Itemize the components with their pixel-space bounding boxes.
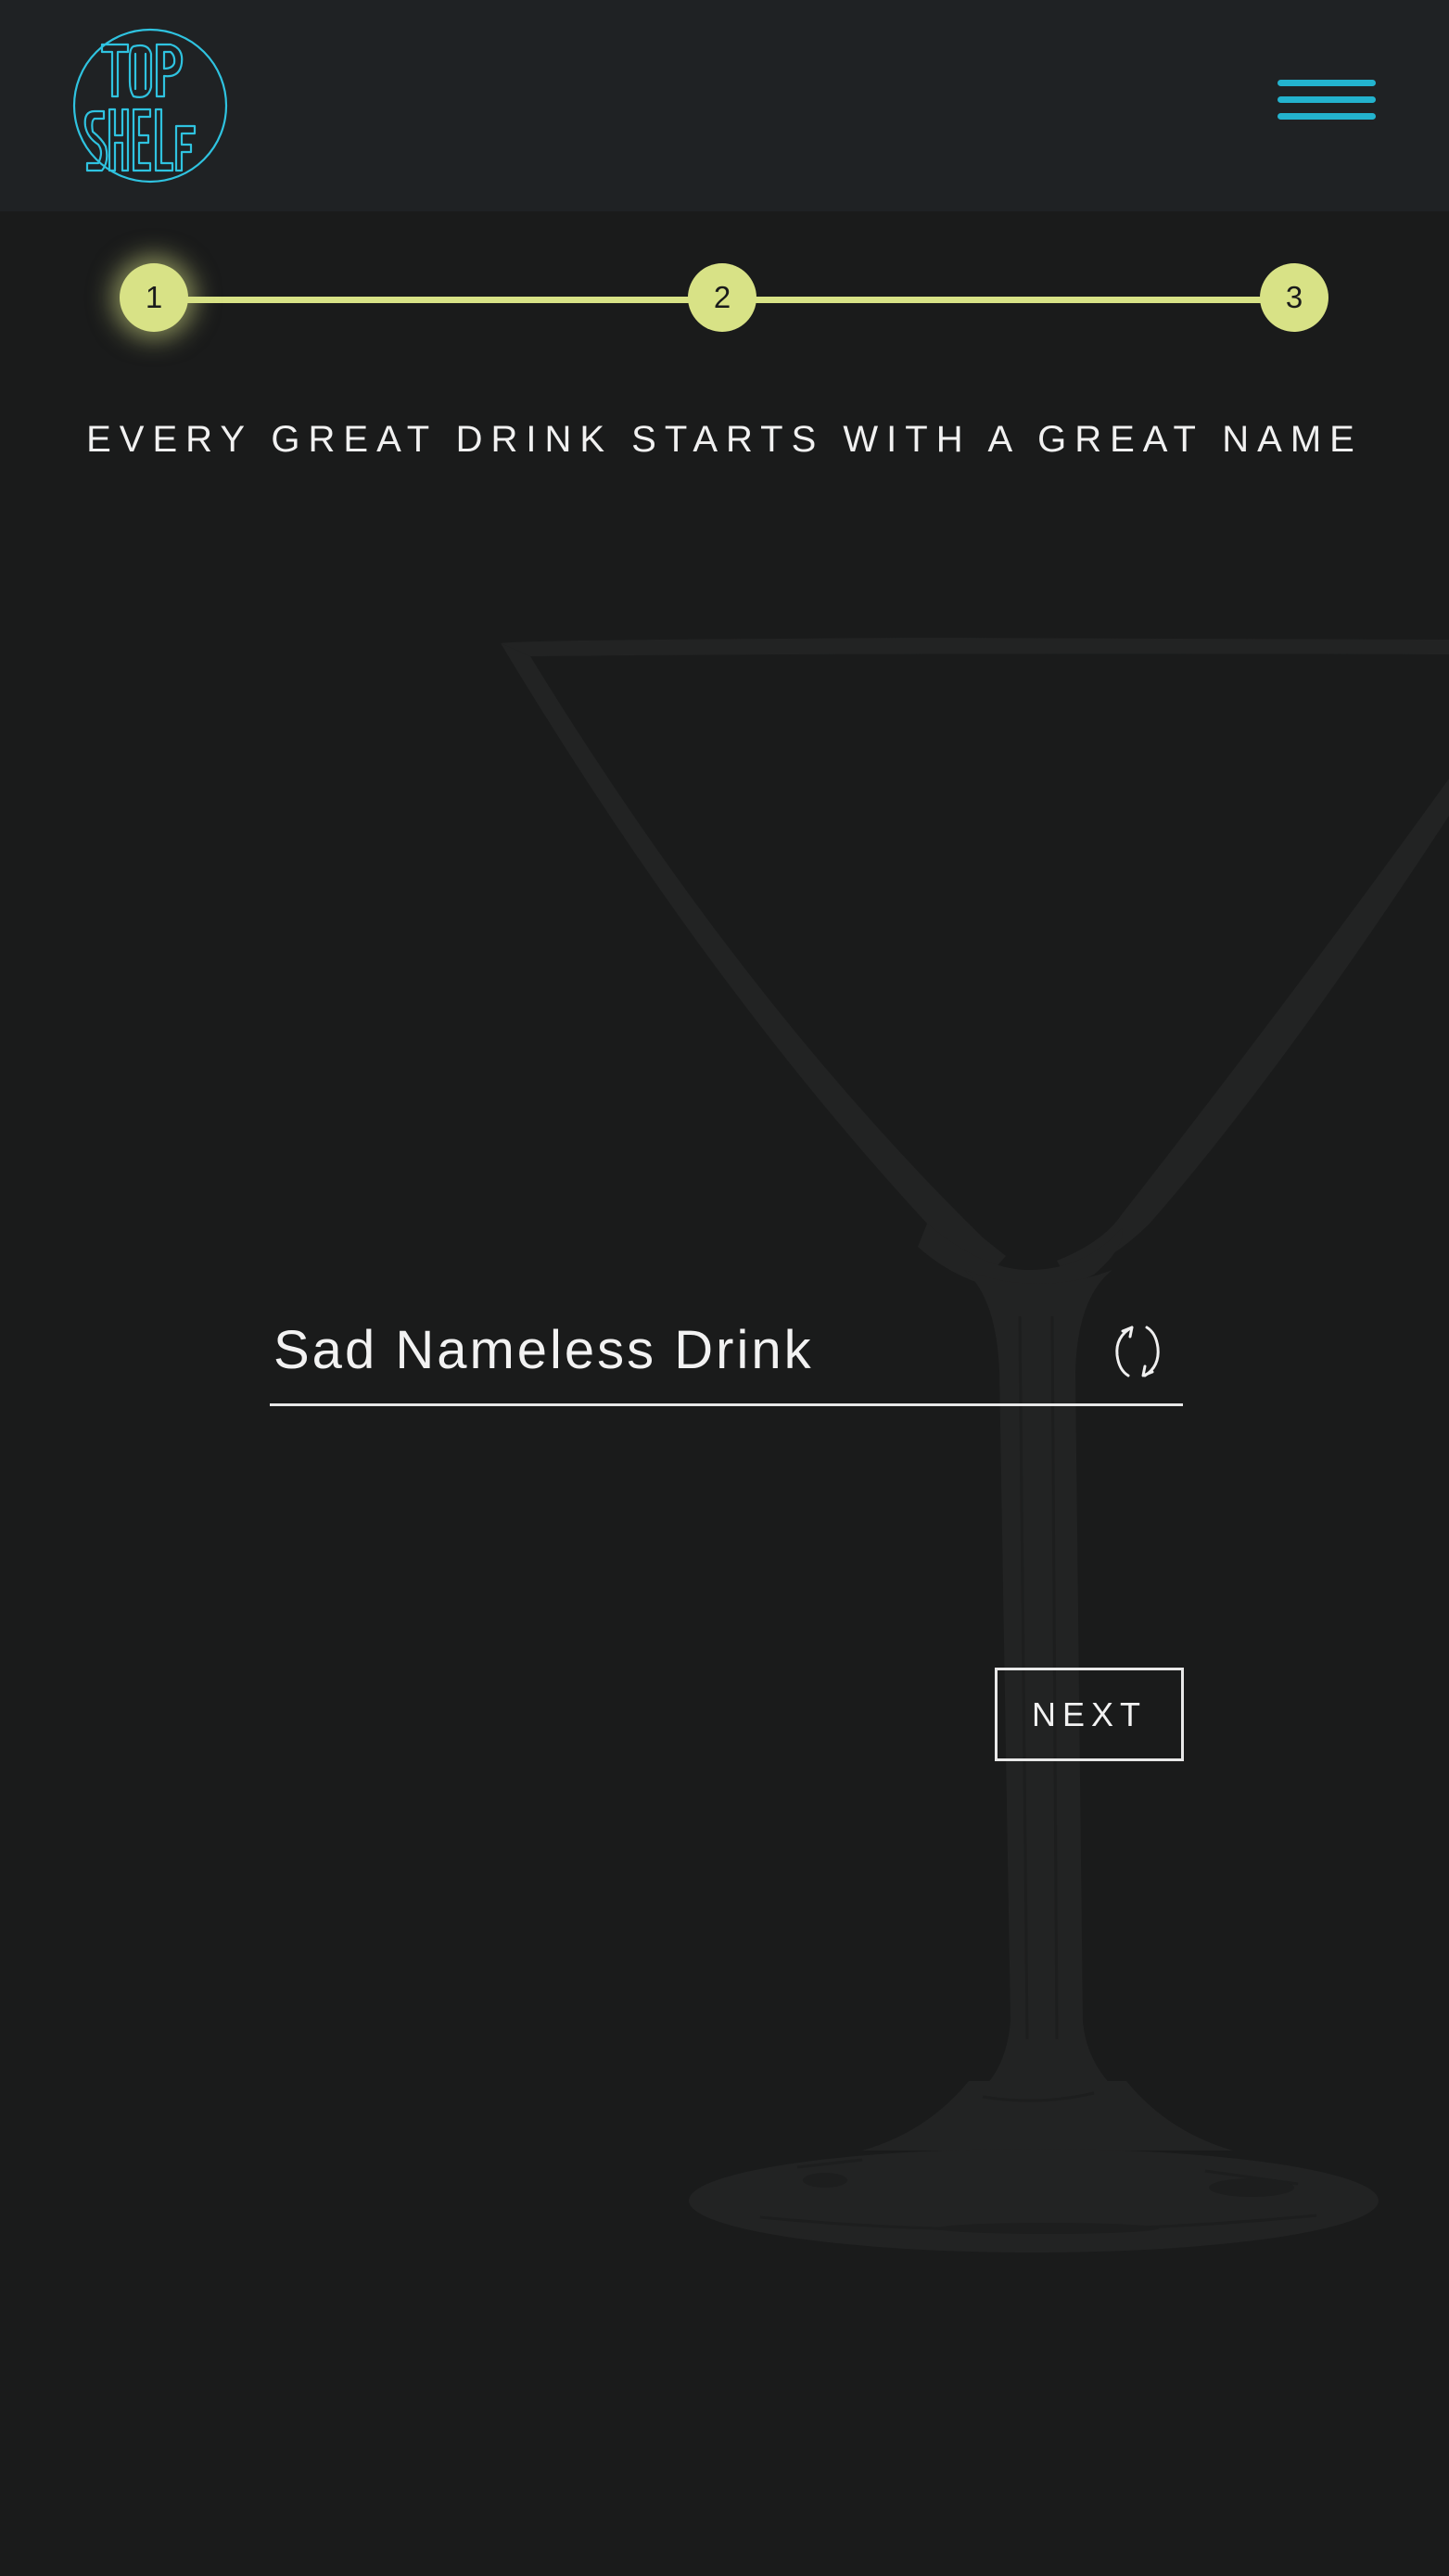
next-button[interactable]: NEXT [995, 1668, 1184, 1761]
step-1[interactable]: 1 [120, 263, 188, 332]
menu-bar [1277, 80, 1376, 86]
header [0, 0, 1449, 211]
menu-bar [1277, 113, 1376, 120]
step-2[interactable]: 2 [688, 263, 756, 332]
drink-name-field [270, 1298, 1183, 1406]
page-tagline: EVERY GREAT DRINK STARTS WITH A GREAT NA… [86, 419, 1363, 460]
martini-glass-background [501, 638, 1449, 2252]
menu-bar [1277, 96, 1376, 103]
progress-stepper: 1 2 3 [0, 263, 1449, 334]
top-shelf-logo[interactable] [70, 26, 230, 185]
step-3[interactable]: 3 [1260, 263, 1328, 332]
drink-name-input[interactable] [273, 1314, 1061, 1385]
hamburger-menu-icon[interactable] [1276, 76, 1379, 132]
page: 1 2 3 EVERY GREAT DRINK STARTS WITH A GR… [0, 0, 1449, 2576]
refresh-icon[interactable] [1104, 1318, 1171, 1385]
